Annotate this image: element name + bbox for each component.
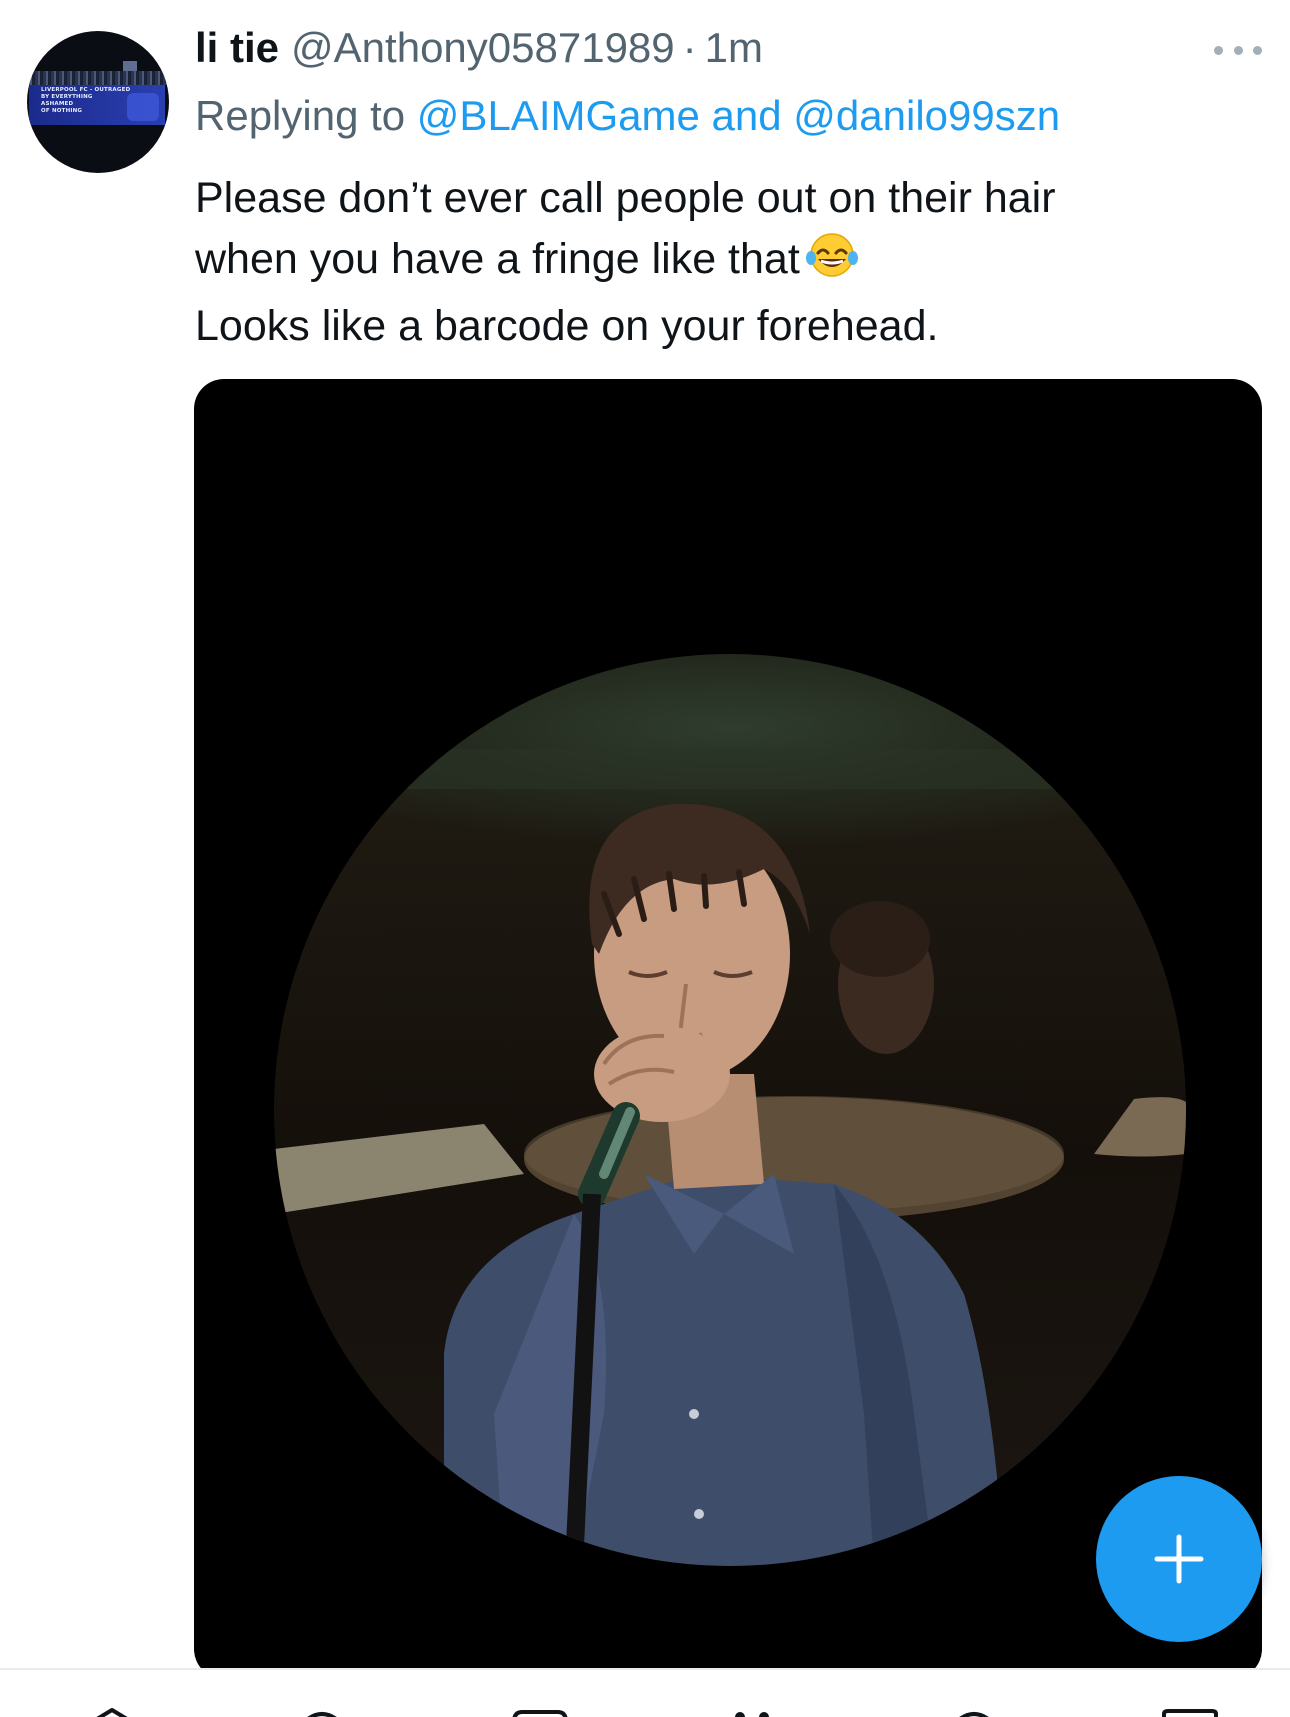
header-separator: · bbox=[682, 24, 697, 71]
home-icon[interactable] bbox=[88, 1708, 136, 1717]
avatar-banner-line: OF NOTHING bbox=[41, 108, 83, 114]
author-name[interactable]: li tie bbox=[195, 24, 279, 72]
messages-icon[interactable] bbox=[1160, 1708, 1220, 1717]
tweet-text: Please don’t ever call people out on the… bbox=[195, 168, 1195, 357]
tweet-text-line: Please don’t ever call people out on the… bbox=[195, 174, 1056, 222]
tweet-text-line: Looks like a barcode on your forehead. bbox=[195, 302, 939, 350]
face-with-tears-of-joy-icon bbox=[805, 231, 858, 296]
tweet-timestamp[interactable]: 1m bbox=[705, 24, 763, 72]
replying-prefix: Replying to bbox=[195, 92, 417, 139]
communities-icon[interactable] bbox=[510, 1708, 570, 1717]
avatar-banner-text: LIVERPOOL FC - OUTRAGED BY EVERYTHING AS… bbox=[41, 87, 133, 115]
author-avatar[interactable]: LIVERPOOL FC - OUTRAGED BY EVERYTHING AS… bbox=[27, 31, 169, 173]
avatar-banner-line: BY EVERYTHING bbox=[41, 94, 93, 100]
compose-button[interactable] bbox=[1096, 1476, 1262, 1642]
singer-illustration bbox=[274, 749, 1186, 1566]
tweet-header: li tie @Anthony05871989 · 1m bbox=[195, 24, 763, 80]
plus-icon bbox=[1154, 1534, 1204, 1584]
avatar-banner-line: ASHAMED bbox=[41, 101, 74, 107]
media-circle-photo bbox=[274, 654, 1186, 1566]
tweet-text-line-with-emoji: when you have a fringe like that bbox=[195, 229, 1195, 296]
spaces-icon[interactable] bbox=[728, 1708, 778, 1717]
reply-mention-1[interactable]: @BLAIMGame bbox=[417, 92, 700, 139]
replying-to: Replying to @BLAIMGame and @danilo99szn bbox=[195, 92, 1060, 140]
avatar-crowd bbox=[27, 71, 169, 85]
reply-conjunction: and bbox=[699, 92, 794, 139]
avatar-banner-line: LIVERPOOL FC - OUTRAGED bbox=[41, 87, 131, 93]
bottom-nav bbox=[0, 1668, 1290, 1717]
search-icon[interactable] bbox=[298, 1708, 346, 1717]
tweet-media[interactable] bbox=[194, 379, 1262, 1679]
reply-mention-2[interactable]: @danilo99szn bbox=[793, 92, 1060, 139]
more-options-icon[interactable] bbox=[1214, 36, 1262, 64]
notifications-icon[interactable] bbox=[950, 1708, 998, 1717]
tweet-text-line: when you have a fringe like that bbox=[195, 235, 800, 283]
tweet-page: LIVERPOOL FC - OUTRAGED BY EVERYTHING AS… bbox=[0, 0, 1290, 1717]
author-handle[interactable]: @Anthony05871989 bbox=[291, 24, 675, 72]
